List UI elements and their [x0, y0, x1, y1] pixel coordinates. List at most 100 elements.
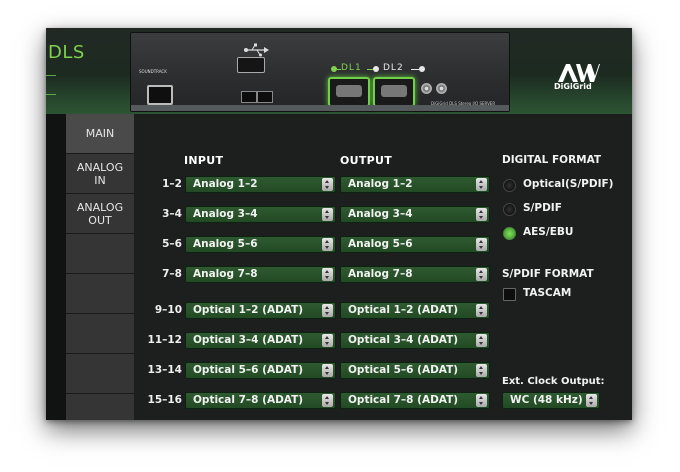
stepper-icon[interactable]: [476, 394, 487, 407]
logo-text: DiGiGrid: [554, 82, 592, 91]
stepper-icon[interactable]: [322, 394, 333, 407]
tab-label: OUT: [88, 214, 112, 227]
output-header: OUTPUT: [340, 154, 393, 167]
input-select-3-4[interactable]: Analog 3–4: [185, 206, 336, 223]
stepper-icon[interactable]: [476, 364, 487, 377]
channel-label: 5–6: [162, 238, 182, 250]
tab-empty-4[interactable]: [66, 234, 134, 274]
tab-empty-8[interactable]: [66, 394, 134, 420]
dl2-label: DL2: [383, 63, 404, 73]
device-shelf: [131, 105, 509, 111]
channel-label: 11–12: [147, 334, 182, 346]
main-panel: INPUT OUTPUT 1–2 Analog 1–2 Analog 1–2 3…: [134, 114, 632, 420]
output-select-9-10[interactable]: Optical 1–2 (ADAT): [340, 302, 490, 319]
dl2-indicator: [373, 66, 379, 72]
dl2-line: [411, 69, 419, 70]
radio-aes-ebu[interactable]: [503, 227, 516, 240]
network-port-a: [241, 91, 257, 103]
stepper-icon[interactable]: [476, 268, 487, 281]
device-rear-panel: SOUNDTRACK DL1 DL2 DiGiGrid DLS Stereo I…: [130, 32, 510, 112]
tab-main[interactable]: MAIN: [66, 114, 134, 154]
clock-output-select[interactable]: WC (48 kHz): [502, 392, 600, 409]
dl1-label: DL1: [341, 63, 362, 73]
select-value: Analog 5–6: [193, 238, 258, 250]
select-value: Analog 5–6: [348, 238, 413, 250]
select-value: Optical 7–8 (ADAT): [348, 394, 459, 406]
tab-empty-6[interactable]: [66, 314, 134, 354]
stepper-icon[interactable]: [322, 208, 333, 221]
output-select-7-8[interactable]: Analog 7–8: [340, 266, 490, 283]
select-value: Optical 7–8 (ADAT): [193, 394, 304, 406]
stepper-icon[interactable]: [476, 208, 487, 221]
stepper-icon[interactable]: [476, 304, 487, 317]
select-value: Analog 7–8: [348, 268, 413, 280]
output-select-13-14[interactable]: Optical 5–6 (ADAT): [340, 362, 490, 379]
input-select-15-16[interactable]: Optical 7–8 (ADAT): [185, 392, 336, 409]
input-select-5-6[interactable]: Analog 5–6: [185, 236, 336, 253]
input-select-7-8[interactable]: Analog 7–8: [185, 266, 336, 283]
stepper-icon[interactable]: [322, 364, 333, 377]
bnc-connector-1: [421, 83, 432, 94]
channel-label: 3–4: [162, 208, 182, 220]
channel-label: 7–8: [162, 268, 182, 280]
output-select-3-4[interactable]: Analog 3–4: [340, 206, 490, 223]
sidebar: MAIN ANALOG IN ANALOG OUT: [66, 114, 134, 420]
output-select-15-16[interactable]: Optical 7–8 (ADAT): [340, 392, 490, 409]
select-value: Optical 5–6 (ADAT): [193, 364, 304, 376]
channel-label: 9–10: [154, 304, 182, 316]
stepper-icon[interactable]: [322, 268, 333, 281]
dl2-port[interactable]: [373, 77, 415, 107]
select-value: Optical 1–2 (ADAT): [193, 304, 304, 316]
sidebar-gutter: [46, 114, 66, 420]
tab-analog-out[interactable]: ANALOG OUT: [66, 194, 134, 234]
select-value: Analog 3–4: [193, 208, 258, 220]
spdif-format-title: S/PDIF FORMAT: [502, 268, 594, 280]
power-inlet: [147, 85, 173, 105]
input-header: INPUT: [184, 154, 224, 167]
stepper-icon[interactable]: [476, 178, 487, 191]
channel-label: 15–16: [147, 394, 182, 406]
output-select-5-6[interactable]: Analog 5–6: [340, 236, 490, 253]
select-value: Optical 1–2 (ADAT): [348, 304, 459, 316]
network-port-b: [257, 91, 273, 103]
stepper-icon[interactable]: [322, 334, 333, 347]
tab-label: IN: [94, 174, 106, 187]
stepper-icon[interactable]: [476, 238, 487, 251]
device-brand: SOUNDTRACK: [139, 69, 167, 74]
input-select-9-10[interactable]: Optical 1–2 (ADAT): [185, 302, 336, 319]
input-select-1-2[interactable]: Analog 1–2: [185, 176, 336, 193]
radio-label: Optical(S/PDIF): [523, 178, 614, 190]
stepper-icon[interactable]: [322, 238, 333, 251]
tascam-checkbox[interactable]: [503, 288, 516, 301]
input-select-11-12[interactable]: Optical 3–4 (ADAT): [185, 332, 336, 349]
stepper-icon[interactable]: [476, 334, 487, 347]
input-select-13-14[interactable]: Optical 5–6 (ADAT): [185, 362, 336, 379]
radio-optical-spdif[interactable]: [503, 179, 516, 192]
app-window: DLS SOUNDTRACK DL1 DL2 DiGiGrid DLS Ster…: [46, 28, 632, 420]
stepper-icon[interactable]: [586, 394, 597, 407]
tab-empty-5[interactable]: [66, 274, 134, 314]
select-value: Analog 7–8: [193, 268, 258, 280]
usb-port: [237, 57, 265, 73]
radio-spdif[interactable]: [503, 203, 516, 216]
select-value: Analog 3–4: [348, 208, 413, 220]
tab-analog-in[interactable]: ANALOG IN: [66, 154, 134, 194]
select-value: Optical 3–4 (ADAT): [193, 334, 304, 346]
app-title: DLS: [48, 42, 85, 63]
dl2-end-dot: [419, 66, 425, 72]
channel-label: 13–14: [147, 364, 182, 376]
clock-output-label: Ext. Clock Output:: [502, 376, 605, 387]
select-value: Analog 1–2: [348, 178, 413, 190]
radio-label: S/PDIF: [523, 202, 562, 214]
stepper-icon[interactable]: [322, 178, 333, 191]
select-value: Analog 1–2: [193, 178, 258, 190]
tab-label: MAIN: [85, 127, 115, 140]
dl1-port[interactable]: [328, 77, 370, 107]
digital-format-title: DIGITAL FORMAT: [502, 154, 602, 166]
stepper-icon[interactable]: [322, 304, 333, 317]
header: DLS SOUNDTRACK DL1 DL2 DiGiGrid DLS Ster…: [46, 28, 632, 114]
output-select-11-12[interactable]: Optical 3–4 (ADAT): [340, 332, 490, 349]
output-select-1-2[interactable]: Analog 1–2: [340, 176, 490, 193]
select-value: Optical 5–6 (ADAT): [348, 364, 459, 376]
tab-empty-7[interactable]: [66, 354, 134, 394]
